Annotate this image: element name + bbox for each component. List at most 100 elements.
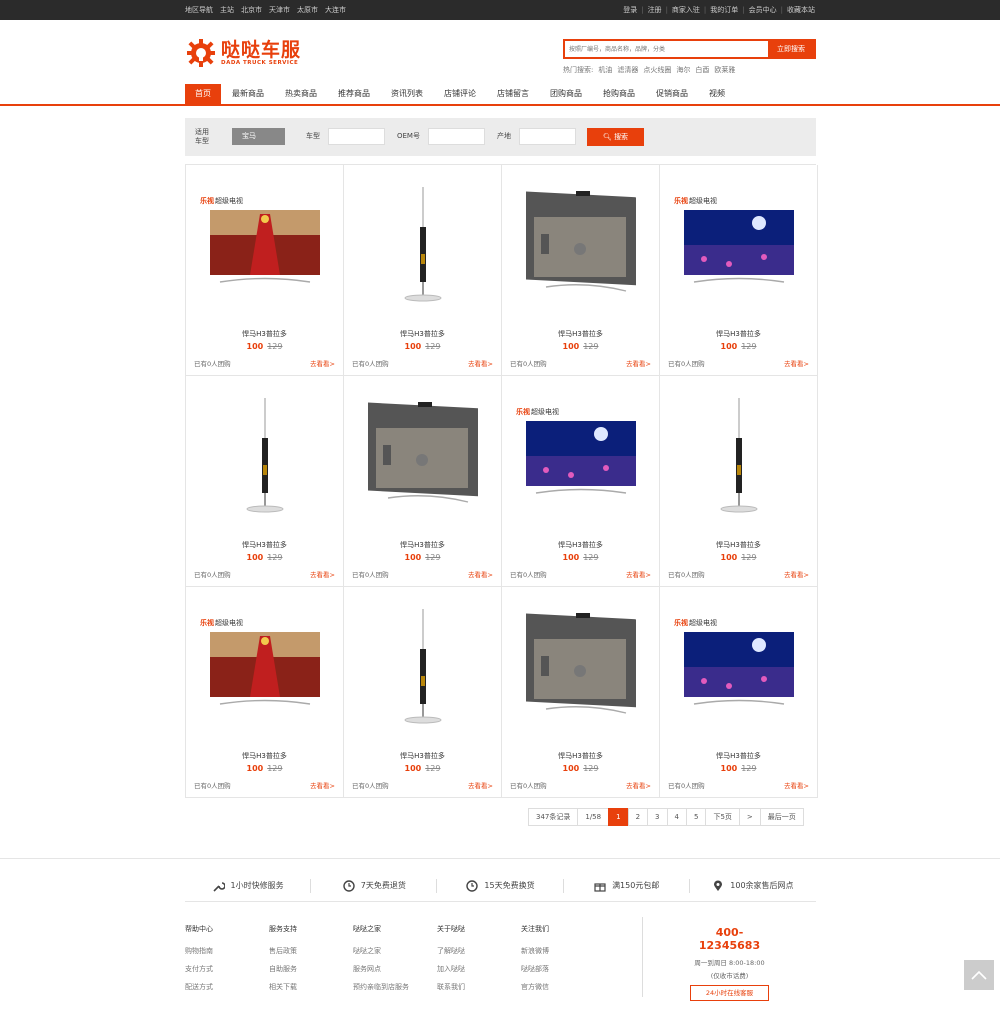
product-name[interactable]: 悍马H3普拉多 bbox=[344, 751, 501, 761]
product-card[interactable]: 悍马H3普拉多 100 129 已有0人团购 去看看> bbox=[344, 587, 502, 798]
view-link[interactable]: 去看看> bbox=[784, 780, 809, 790]
pager-page-2[interactable]: 2 bbox=[627, 808, 649, 826]
pager-page-4[interactable]: 4 bbox=[666, 808, 687, 826]
pager-page-3[interactable]: 3 bbox=[647, 808, 668, 826]
footer-link[interactable]: 联系我们 bbox=[437, 982, 521, 992]
product-name[interactable]: 悍马H3普拉多 bbox=[502, 329, 659, 339]
hot-item[interactable]: 白酉 bbox=[695, 65, 709, 75]
tv-product-image[interactable]: 乐视 超级电视 bbox=[674, 601, 804, 741]
hot-item[interactable]: 点火线圈 bbox=[643, 65, 671, 75]
hot-item[interactable]: 滤清器 bbox=[617, 65, 638, 75]
view-link[interactable]: 去看看> bbox=[784, 569, 809, 579]
mop-product-image[interactable] bbox=[200, 390, 330, 530]
view-link[interactable]: 去看看> bbox=[468, 569, 493, 579]
tv-product-image[interactable]: 乐视 超级电视 bbox=[200, 601, 330, 741]
filter-search-button[interactable]: 🔍︎ 搜索 bbox=[587, 128, 644, 146]
tv-product-image[interactable]: 乐视 超级电视 bbox=[516, 390, 646, 530]
nav-reviews[interactable]: 店铺评论 bbox=[434, 84, 486, 104]
mop-product-image[interactable] bbox=[674, 390, 804, 530]
view-link[interactable]: 去看看> bbox=[310, 569, 335, 579]
origin-input[interactable] bbox=[519, 128, 576, 145]
nav-group[interactable]: 团购商品 bbox=[540, 84, 592, 104]
product-name[interactable]: 悍马H3普拉多 bbox=[502, 540, 659, 550]
footer-link[interactable]: 相关下载 bbox=[269, 982, 353, 992]
brand-select[interactable]: 宝马 bbox=[232, 128, 285, 145]
view-link[interactable]: 去看看> bbox=[468, 780, 493, 790]
pager-next-5[interactable]: 下5页 bbox=[705, 808, 740, 826]
hot-item[interactable]: 海尔 bbox=[676, 65, 690, 75]
region-link-dalian[interactable]: 大连市 bbox=[325, 0, 346, 20]
site-logo[interactable]: 哒哒车服 DADA TRUCK SERVICE bbox=[185, 38, 301, 68]
view-link[interactable]: 去看看> bbox=[626, 358, 651, 368]
footer-link[interactable]: 售后政策 bbox=[269, 946, 353, 956]
product-name[interactable]: 悍马H3普拉多 bbox=[502, 751, 659, 761]
product-name[interactable]: 悍马H3普拉多 bbox=[186, 540, 343, 550]
tv-product-image[interactable] bbox=[358, 390, 488, 530]
footer-link[interactable]: 官方微信 bbox=[521, 982, 605, 992]
product-name[interactable]: 悍马H3普拉多 bbox=[660, 540, 817, 550]
product-card[interactable]: 悍马H3普拉多 100 129 已有0人团购 去看看> bbox=[502, 587, 660, 798]
footer-link[interactable]: 服务网点 bbox=[353, 964, 437, 974]
nav-hot[interactable]: 热卖商品 bbox=[275, 84, 327, 104]
footer-link[interactable]: 支付方式 bbox=[185, 964, 269, 974]
nav-messages[interactable]: 店铺留言 bbox=[487, 84, 539, 104]
product-name[interactable]: 悍马H3普拉多 bbox=[660, 751, 817, 761]
region-link-main[interactable]: 主站 bbox=[220, 0, 234, 20]
merchant-link[interactable]: 商家入驻 bbox=[672, 0, 700, 20]
pager-page-5[interactable]: 5 bbox=[685, 808, 707, 826]
footer-link[interactable]: 配送方式 bbox=[185, 982, 269, 992]
view-link[interactable]: 去看看> bbox=[626, 780, 651, 790]
tv-product-image[interactable] bbox=[516, 601, 646, 741]
product-card[interactable]: 悍马H3普拉多 100 129 已有0人团购 去看看> bbox=[344, 376, 502, 587]
footer-link[interactable]: 了解哒哒 bbox=[437, 946, 521, 956]
online-service-button[interactable]: 24小时在线客服 bbox=[690, 985, 769, 1001]
product-card[interactable]: 乐视 超级电视 悍马H3普拉多 100 129 已有0人团购 去看看> bbox=[660, 165, 818, 376]
view-link[interactable]: 去看看> bbox=[310, 358, 335, 368]
mop-product-image[interactable] bbox=[358, 601, 488, 741]
oem-input[interactable] bbox=[428, 128, 485, 145]
search-button[interactable]: 立即搜索 bbox=[768, 41, 814, 57]
product-card[interactable]: 乐视 超级电视 悍马H3普拉多 100 129 已有0人团购 去看看> bbox=[660, 587, 818, 798]
footer-link[interactable]: 哒哒部落 bbox=[521, 964, 605, 974]
view-link[interactable]: 去看看> bbox=[310, 780, 335, 790]
car-type-input[interactable] bbox=[328, 128, 385, 145]
product-name[interactable]: 悍马H3普拉多 bbox=[660, 329, 817, 339]
nav-home[interactable]: 首页 bbox=[185, 84, 221, 104]
footer-link[interactable]: 新浪微博 bbox=[521, 946, 605, 956]
product-card[interactable]: 乐视 超级电视 悍马H3普拉多 100 129 已有0人团购 去看看> bbox=[186, 165, 344, 376]
product-name[interactable]: 悍马H3普拉多 bbox=[344, 540, 501, 550]
product-card[interactable]: 悍马H3普拉多 100 129 已有0人团购 去看看> bbox=[186, 376, 344, 587]
footer-link[interactable]: 自助服务 bbox=[269, 964, 353, 974]
nav-video[interactable]: 视频 bbox=[699, 84, 735, 104]
pager-last[interactable]: 最后一页 bbox=[759, 808, 804, 826]
product-card[interactable]: 悍马H3普拉多 100 129 已有0人团购 去看看> bbox=[344, 165, 502, 376]
region-link-beijing[interactable]: 北京市 bbox=[241, 0, 262, 20]
product-name[interactable]: 悍马H3普拉多 bbox=[186, 329, 343, 339]
hot-item[interactable]: 机油 bbox=[598, 65, 612, 75]
product-name[interactable]: 悍马H3普拉多 bbox=[186, 751, 343, 761]
back-to-top-button[interactable] bbox=[964, 960, 994, 990]
member-link[interactable]: 会员中心 bbox=[749, 0, 777, 20]
nav-recommend[interactable]: 推荐商品 bbox=[328, 84, 380, 104]
register-link[interactable]: 注册 bbox=[648, 0, 662, 20]
region-link-taiyuan[interactable]: 太原市 bbox=[297, 0, 318, 20]
product-card[interactable]: 悍马H3普拉多 100 129 已有0人团购 去看看> bbox=[502, 165, 660, 376]
view-link[interactable]: 去看看> bbox=[468, 358, 493, 368]
nav-flash[interactable]: 抢购商品 bbox=[593, 84, 645, 104]
product-card[interactable]: 悍马H3普拉多 100 129 已有0人团购 去看看> bbox=[660, 376, 818, 587]
view-link[interactable]: 去看看> bbox=[626, 569, 651, 579]
nav-news[interactable]: 资讯列表 bbox=[381, 84, 433, 104]
footer-link[interactable]: 哒哒之家 bbox=[353, 946, 437, 956]
pager-next[interactable]: > bbox=[738, 808, 761, 826]
search-input[interactable] bbox=[565, 41, 768, 57]
tv-product-image[interactable]: 乐视 超级电视 bbox=[200, 179, 330, 319]
pager-page-1[interactable]: 1 bbox=[608, 808, 629, 826]
bookmark-link[interactable]: 收藏本站 bbox=[787, 0, 815, 20]
product-name[interactable]: 悍马H3普拉多 bbox=[344, 329, 501, 339]
nav-promo[interactable]: 促销商品 bbox=[646, 84, 698, 104]
footer-link[interactable]: 加入哒哒 bbox=[437, 964, 521, 974]
view-link[interactable]: 去看看> bbox=[784, 358, 809, 368]
footer-link[interactable]: 预约亲临到店服务 bbox=[353, 982, 437, 992]
tv-product-image[interactable]: 乐视 超级电视 bbox=[674, 179, 804, 319]
product-card[interactable]: 乐视 超级电视 悍马H3普拉多 100 129 已有0人团购 去看看> bbox=[186, 587, 344, 798]
